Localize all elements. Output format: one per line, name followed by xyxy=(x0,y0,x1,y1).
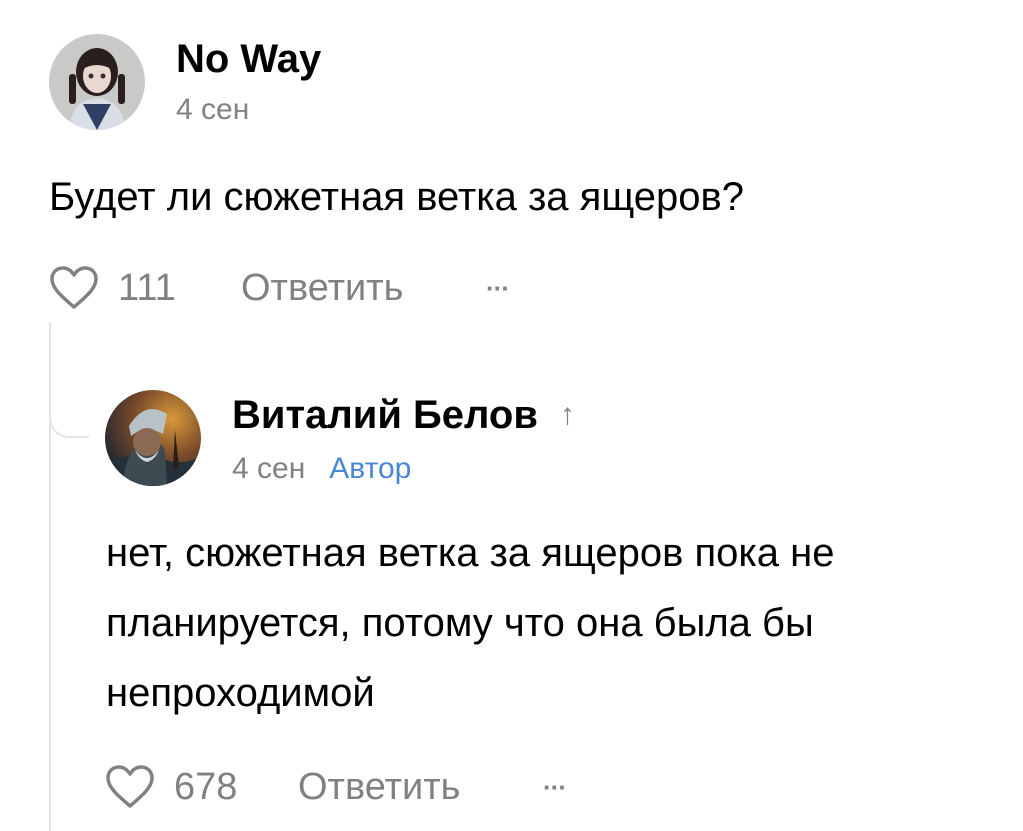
more-dots-icon: ··· xyxy=(543,772,567,802)
comment-like-button[interactable] xyxy=(49,265,99,311)
comment-date: 4 сен xyxy=(176,93,250,126)
reply-more-button[interactable]: ··· xyxy=(543,774,583,800)
comment-more-button[interactable]: ··· xyxy=(486,275,526,301)
reply-reply-button[interactable]: Ответить xyxy=(298,764,460,810)
avatar-warrior-icon xyxy=(105,390,201,486)
reply-author-row: Виталий Белов ↑ xyxy=(232,391,575,439)
thread-elbow xyxy=(49,322,89,438)
reply-like-button[interactable] xyxy=(105,764,155,810)
reply-meta: 4 сен Автор xyxy=(232,450,411,488)
comment-text: Будет ли сюжетная ветка за ящеров? xyxy=(49,175,745,219)
comment-reply-button[interactable]: Ответить xyxy=(241,265,403,311)
reply-author-name[interactable]: Виталий Белов xyxy=(232,391,538,439)
avatar-girl-icon xyxy=(49,34,145,130)
heart-icon xyxy=(106,765,154,808)
author-badge: Автор xyxy=(329,452,412,485)
comment-avatar[interactable] xyxy=(49,34,145,130)
reply-date: 4 сен xyxy=(232,452,306,485)
more-dots-icon: ··· xyxy=(486,273,510,303)
heart-icon xyxy=(50,266,98,309)
reply-text: нет, сюжетная ветка за ящеров пока не пл… xyxy=(106,531,835,715)
reply-avatar[interactable] xyxy=(105,390,201,486)
comment-author-name[interactable]: No Way xyxy=(176,36,321,82)
reply-like-count: 678 xyxy=(174,766,238,808)
reply-to-arrow-icon[interactable]: ↑ xyxy=(560,391,575,439)
comment-like-count: 111 xyxy=(118,267,176,309)
